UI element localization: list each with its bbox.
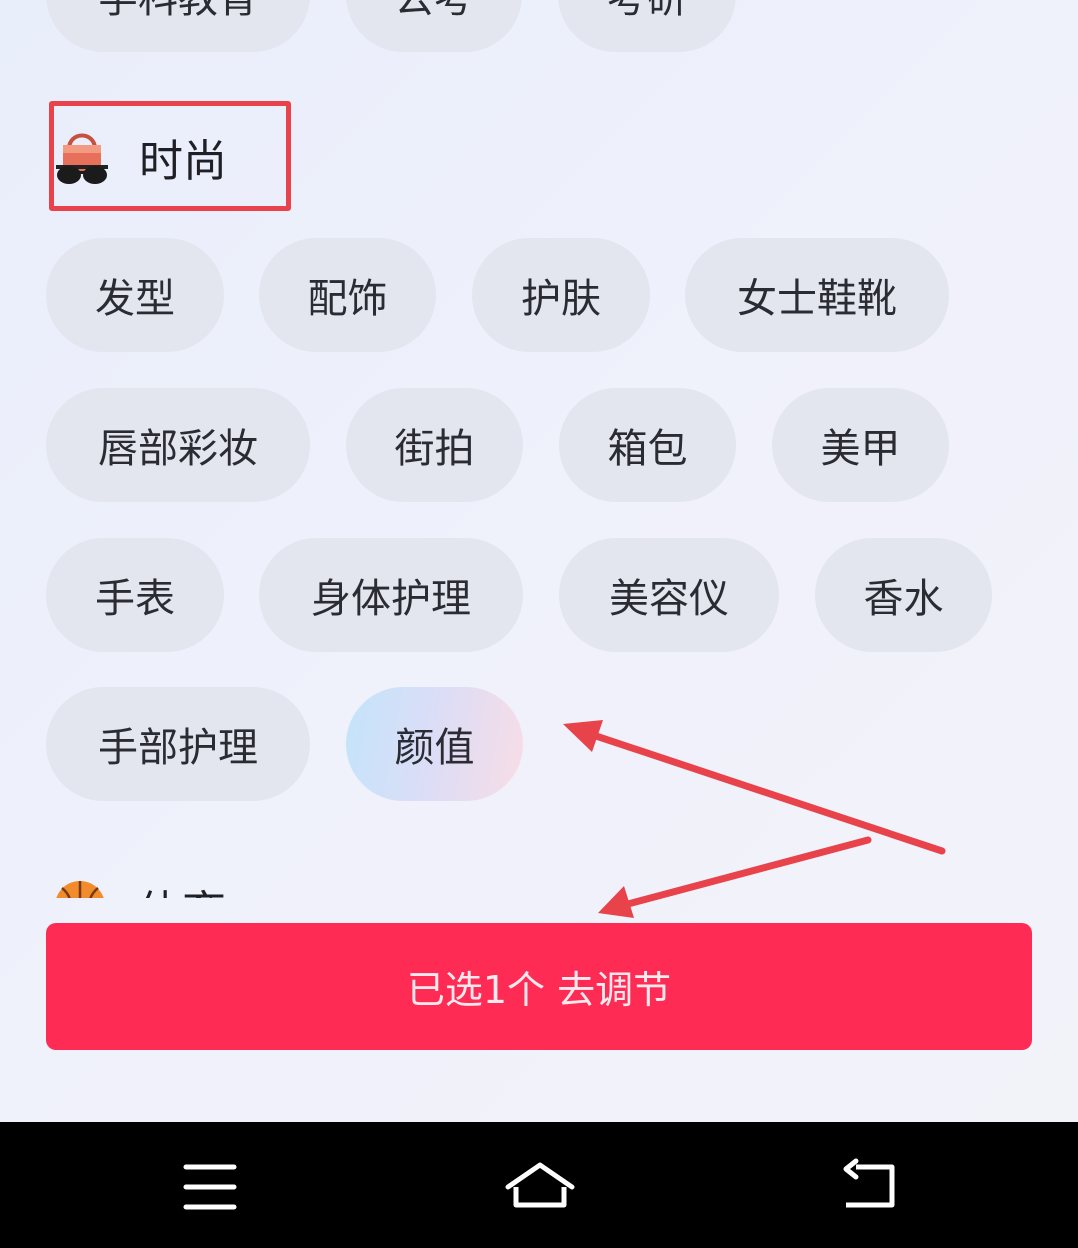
tag-chip-street-snap[interactable]: 街拍 [346, 388, 523, 502]
tag-chip-womens-shoes[interactable]: 女士鞋靴 [685, 238, 949, 352]
back-button[interactable] [830, 1157, 910, 1217]
tag-chip[interactable]: 学科教育 [46, 0, 310, 52]
tag-chip-nails[interactable]: 美甲 [772, 388, 949, 502]
tag-chip-hand-care[interactable]: 手部护理 [46, 687, 310, 801]
tag-chip-skincare[interactable]: 护肤 [472, 238, 650, 352]
tag-chip-perfume[interactable]: 香水 [815, 538, 992, 652]
basketball-icon [54, 880, 106, 898]
section-title: 体育 [138, 876, 226, 898]
tag-chip-body-care[interactable]: 身体护理 [259, 538, 523, 652]
tag-chip-bags[interactable]: 箱包 [559, 388, 736, 502]
tag-chip-hairstyle[interactable]: 发型 [46, 238, 224, 352]
menu-icon [183, 1164, 237, 1210]
tag-chip-lip-makeup[interactable]: 唇部彩妆 [46, 388, 310, 502]
back-icon [843, 1158, 895, 1208]
section-header-sports: 体育 [0, 870, 1078, 898]
tag-chip[interactable]: 公考 [346, 0, 522, 52]
tag-chip-beauty-device[interactable]: 美容仪 [559, 538, 779, 652]
tag-chip[interactable]: 考研 [558, 0, 736, 52]
system-navigation-bar [0, 1122, 1078, 1248]
home-button[interactable] [500, 1157, 580, 1217]
tag-chip-looks-selected[interactable]: 颜值 [346, 687, 523, 801]
tag-chip-watches[interactable]: 手表 [46, 538, 224, 652]
annotation-highlight-box [49, 101, 291, 211]
home-icon [505, 1162, 575, 1208]
menu-button[interactable] [170, 1157, 250, 1217]
adjust-selection-button[interactable]: 已选1个 去调节 [46, 923, 1032, 1050]
tag-chip-accessories[interactable]: 配饰 [259, 238, 436, 352]
